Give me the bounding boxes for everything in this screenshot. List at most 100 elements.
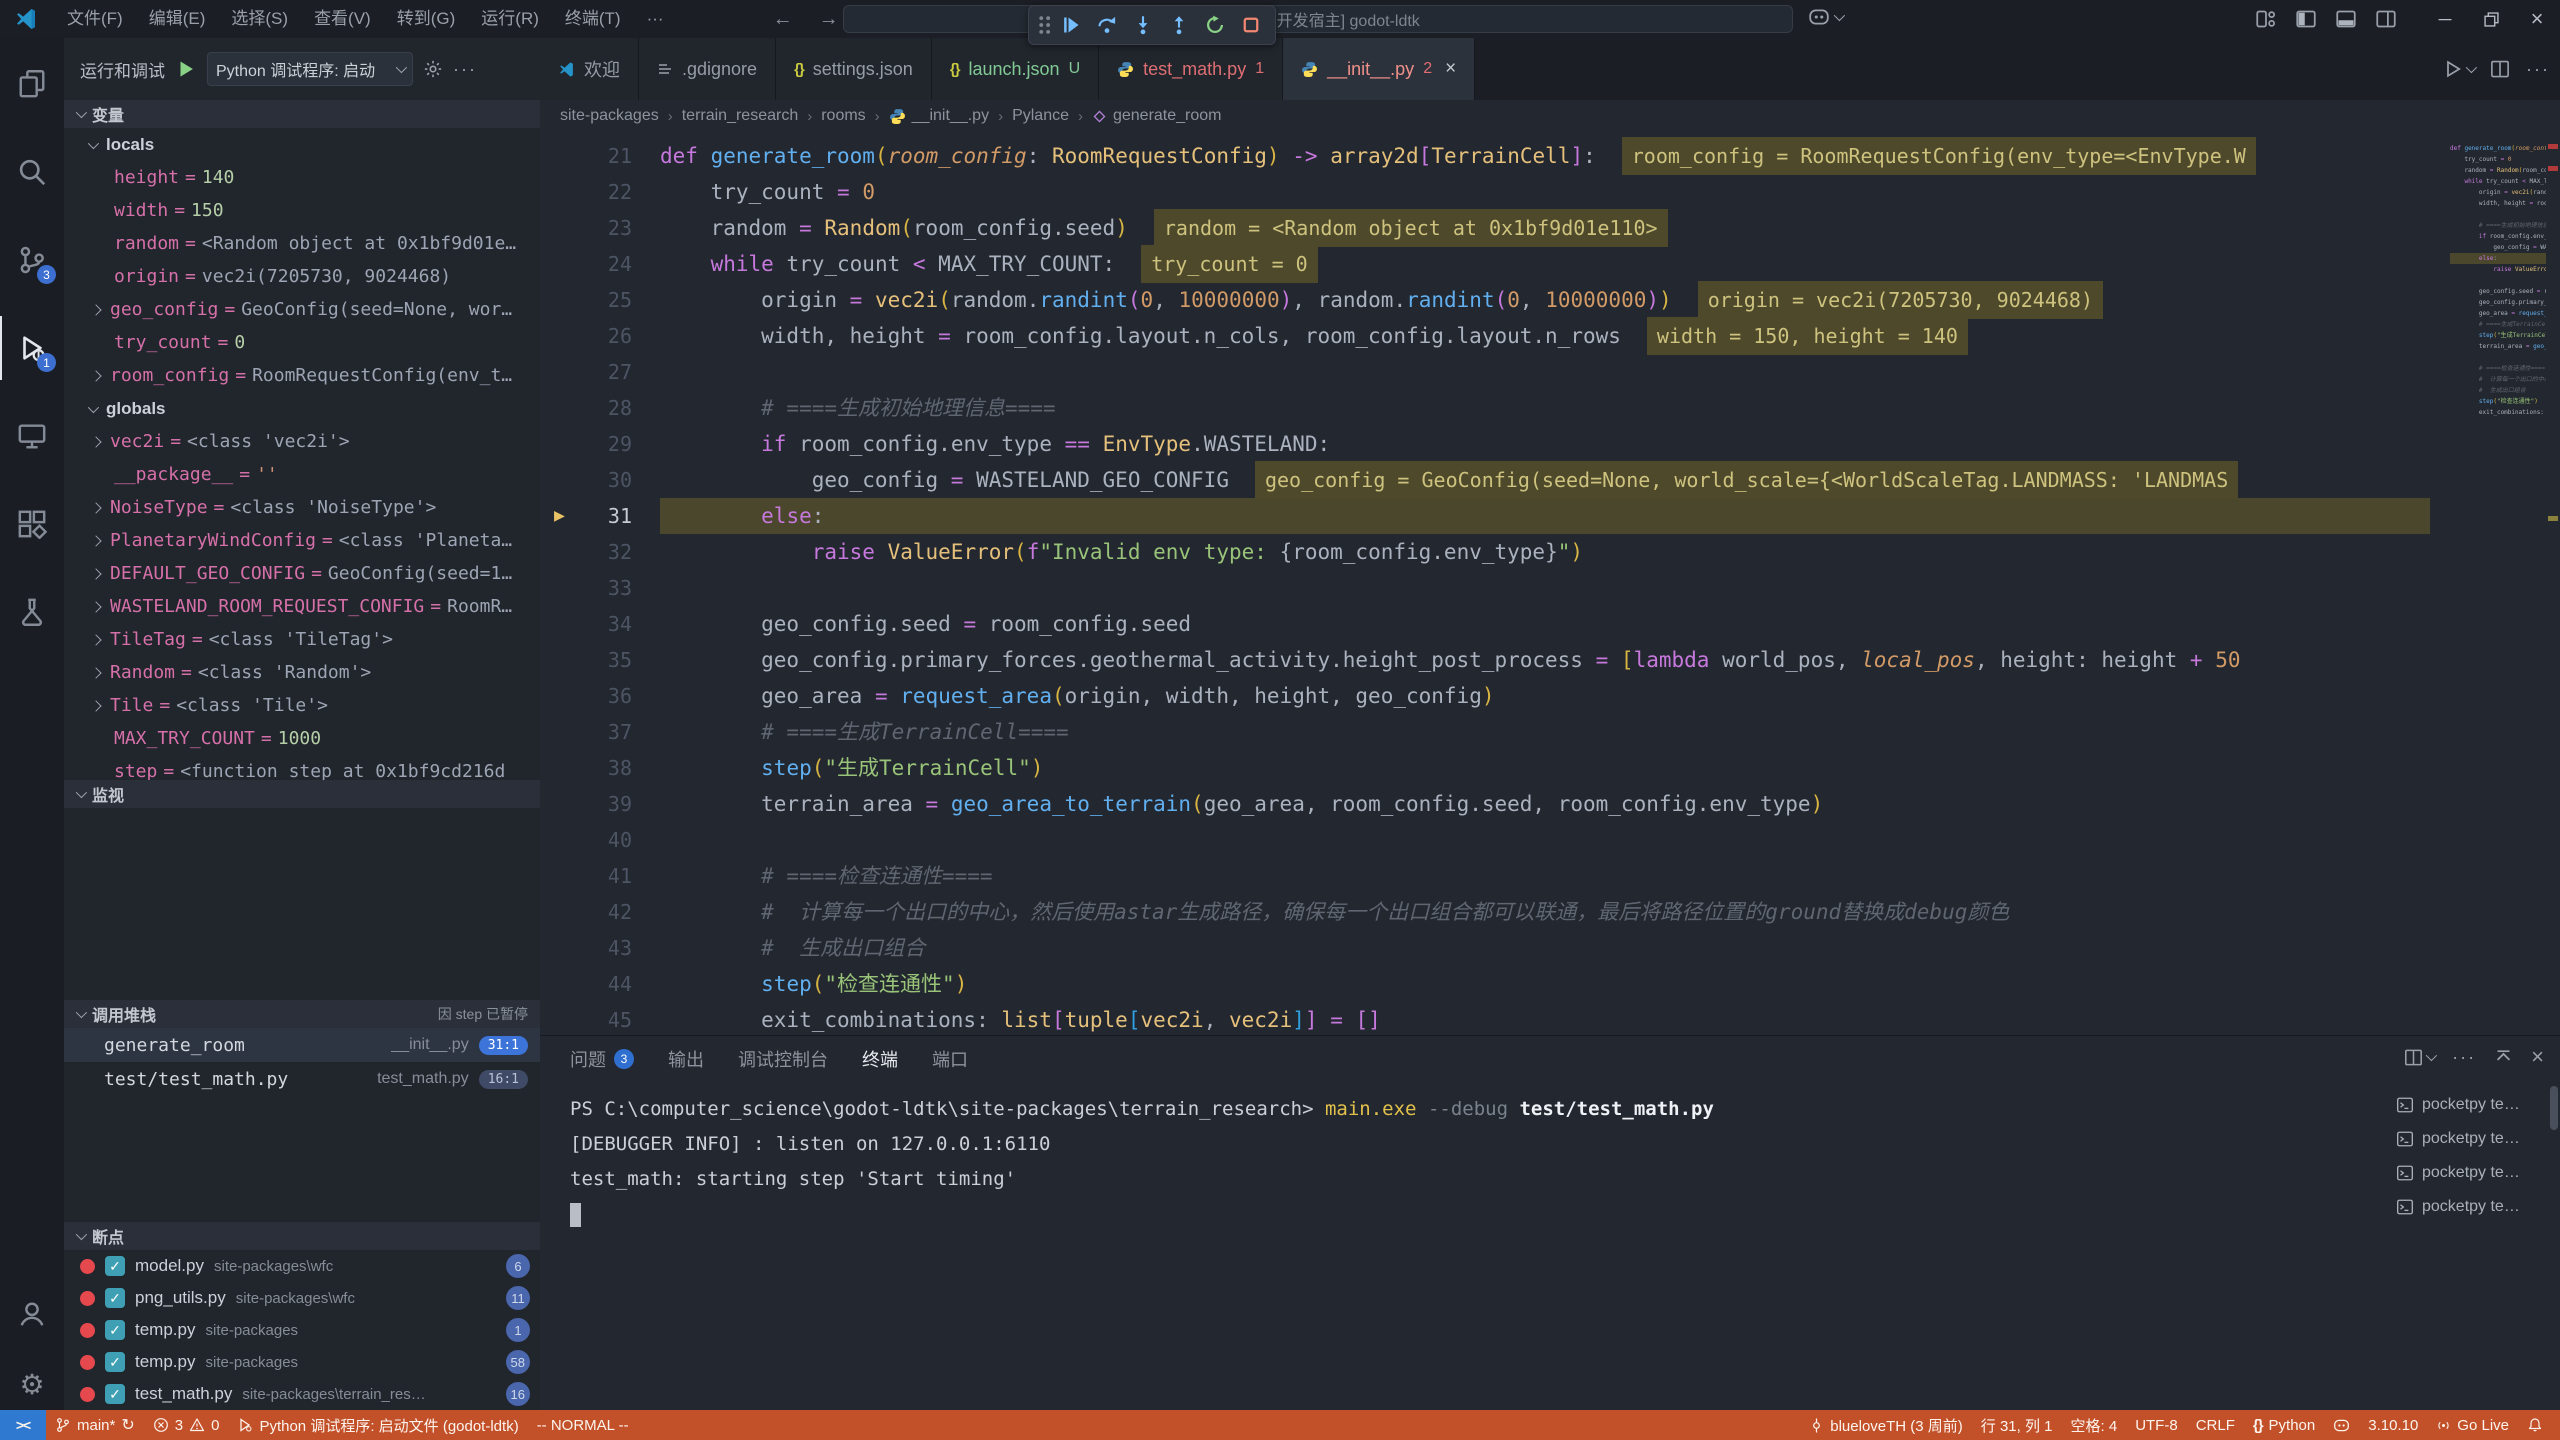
command-center-search[interactable]: [扩展开发宿主] godot-ldtk: [843, 5, 1793, 33]
menu-item-4[interactable]: 转到(G): [384, 0, 469, 38]
tab-test_math-py[interactable]: test_math.py1: [1099, 38, 1283, 100]
code-line-34[interactable]: 34 geo_config.seed = room_config.seed: [540, 606, 2430, 642]
indentation-item[interactable]: 空格: 4: [2062, 1410, 2127, 1440]
breakpoint-checkbox[interactable]: ✓: [105, 1384, 125, 1404]
breadcrumb-item-terrain_research[interactable]: terrain_research: [682, 107, 799, 125]
toggle-secondary-sidebar-icon[interactable]: [2376, 9, 2396, 29]
menu-item-1[interactable]: 编辑(E): [136, 0, 219, 38]
go-live-item[interactable]: Go Live: [2427, 1410, 2518, 1440]
menu-item-5[interactable]: 运行(R): [468, 0, 552, 38]
sidebar-item-search[interactable]: [0, 140, 64, 204]
code-line-36[interactable]: 36 geo_area = request_area(origin, width…: [540, 678, 2430, 714]
debug-config-select[interactable]: Python 调试程序: 启动: [207, 52, 413, 86]
code-line-43[interactable]: 43 # 生成出口组合: [540, 930, 2430, 966]
variable-row-__package__[interactable]: __package__='': [64, 458, 540, 491]
variable-row-TileTag[interactable]: TileTag=<class 'TileTag'>: [64, 623, 540, 656]
breakpoint-checkbox[interactable]: ✓: [105, 1320, 125, 1340]
tab--[interactable]: 欢迎: [540, 38, 639, 100]
code-line-40[interactable]: 40: [540, 822, 2430, 858]
customize-layout-icon[interactable]: [2256, 9, 2276, 29]
code-line-21[interactable]: 21def generate_room(room_config: RoomReq…: [540, 138, 2430, 174]
variable-row-Random[interactable]: Random=<class 'Random'>: [64, 656, 540, 689]
code-editor[interactable]: 20 21def generate_room(room_config: RoomR…: [540, 132, 2560, 1035]
code-line-23[interactable]: 23 random = Random(room_config.seed)rand…: [540, 210, 2430, 246]
debug-restart-button[interactable]: [1199, 9, 1231, 41]
sidebar-item-testing[interactable]: [0, 580, 64, 644]
terminal-instance-1[interactable]: pocketpy te…: [2396, 1122, 2554, 1156]
overview-ruler[interactable]: [2546, 132, 2560, 1035]
code-line-42[interactable]: 42 # 计算每一个出口的中心，然后使用astar生成路径，确保每一个出口组合都…: [2450, 374, 2546, 385]
code-line-42[interactable]: 42 # 计算每一个出口的中心，然后使用astar生成路径，确保每一个出口组合都…: [540, 894, 2430, 930]
variable-row-NoiseType[interactable]: NoiseType=<class 'NoiseType'>: [64, 491, 540, 524]
call-stack-section-header[interactable]: 调用堆栈 因 step 已暂停: [64, 1000, 540, 1028]
tab-settings-json[interactable]: {}settings.json: [776, 38, 932, 100]
debug-stop-button[interactable]: [1235, 9, 1267, 41]
split-editor-icon[interactable]: [2490, 59, 2510, 79]
panel-tab-问题[interactable]: 问题3: [570, 1046, 634, 1072]
close-tab-icon[interactable]: ×: [1445, 58, 1456, 80]
variable-group-locals[interactable]: locals: [64, 128, 540, 161]
code-line-33[interactable]: 33: [2450, 275, 2546, 286]
eol-item[interactable]: CRLF: [2187, 1410, 2244, 1440]
variable-row-PlanetaryWindConfig[interactable]: PlanetaryWindConfig=<class 'Planeta…: [64, 524, 540, 557]
code-line-24[interactable]: 24 while try_count < MAX_TRY_COUNT:try_c…: [540, 246, 2430, 282]
code-line-29[interactable]: 29 if room_config.env_type == EnvType.WA…: [540, 426, 2430, 462]
code-line-23[interactable]: 23 random = Random(room_config.seed)rand…: [2450, 165, 2546, 176]
sidebar-item-accounts[interactable]: [0, 1282, 64, 1346]
restore-button[interactable]: [2468, 0, 2514, 38]
terminal-instance-0[interactable]: pocketpy te…: [2396, 1088, 2554, 1122]
nav-forward-button[interactable]: →: [819, 8, 839, 31]
minimap[interactable]: 2021def generate_room(room_config: RoomR…: [2450, 132, 2546, 1035]
panel-tab-终端[interactable]: 终端: [862, 1046, 898, 1072]
sidebar-item-source-control[interactable]: 3: [0, 228, 64, 292]
code-line-28[interactable]: 28 # ====生成初始地理信息====: [540, 390, 2430, 426]
start-debug-button[interactable]: [175, 58, 197, 80]
code-line-39[interactable]: 39 terrain_area = geo_area_to_terrain(ge…: [2450, 341, 2546, 352]
sidebar-item-run-debug[interactable]: 1: [0, 316, 64, 380]
language-mode-item[interactable]: {} Python: [2244, 1410, 2324, 1440]
code-line-36[interactable]: 36 geo_area = request_area(origin, width…: [2450, 308, 2546, 319]
code-line-40[interactable]: 40: [2450, 352, 2546, 363]
code-line-38[interactable]: 38 step("生成TerrainCell"): [540, 750, 2430, 786]
nav-back-button[interactable]: ←: [773, 8, 793, 31]
code-line-22[interactable]: 22 try_count = 0: [2450, 154, 2546, 165]
code-line-26[interactable]: 26 width, height = room_config.layout.n_…: [2450, 198, 2546, 209]
copilot-status-item[interactable]: [2324, 1410, 2359, 1440]
breakpoint-row-1[interactable]: ✓png_utils.pysite-packages\wfc11: [64, 1282, 540, 1314]
cursor-position-item[interactable]: 行 31, 列 1: [1972, 1410, 2062, 1440]
tab--gdignore[interactable]: .gdignore: [639, 38, 776, 100]
debug-settings-gear-icon[interactable]: [423, 59, 443, 79]
toggle-sidebar-icon[interactable]: [2296, 9, 2316, 29]
code-line-35[interactable]: 35 geo_config.primary_forces.geothermal_…: [540, 642, 2430, 678]
code-line-35[interactable]: 35 geo_config.primary_forces.geothermal_…: [2450, 297, 2546, 308]
variable-row-WASTELAND_ROOM_REQUEST_CONFIG[interactable]: WASTELAND_ROOM_REQUEST_CONFIG=RoomR…: [64, 590, 540, 623]
variable-row-geo_config[interactable]: geo_config=GeoConfig(seed=None, wor…: [64, 293, 540, 326]
code-line-41[interactable]: 41 # ====检查连通性====: [540, 858, 2430, 894]
sidebar-item-remote-explorer[interactable]: [0, 404, 64, 468]
close-window-button[interactable]: ×: [2514, 0, 2560, 38]
variable-row-origin[interactable]: origin=vec2i(7205730, 9024468): [64, 260, 540, 293]
code-line-20[interactable]: 20: [2450, 132, 2546, 143]
drag-grip-icon[interactable]: [1037, 14, 1051, 36]
breadcrumb-item-rooms[interactable]: rooms: [821, 107, 865, 125]
menu-item-3[interactable]: 查看(V): [301, 0, 384, 38]
breakpoint-checkbox[interactable]: ✓: [105, 1352, 125, 1372]
breadcrumb-item-site-packages[interactable]: site-packages: [560, 107, 659, 125]
maximize-panel-icon[interactable]: [2494, 1048, 2513, 1067]
breakpoint-row-3[interactable]: ✓temp.pysite-packages58: [64, 1346, 540, 1378]
code-line-27[interactable]: 27: [540, 354, 2430, 390]
code-line-25[interactable]: 25 origin = vec2i(random.randint(0, 1000…: [540, 282, 2430, 318]
code-line-37[interactable]: 37 # ====生成TerrainCell====: [2450, 319, 2546, 330]
breakpoints-section-header[interactable]: 断点: [64, 1222, 540, 1250]
variable-row-Tile[interactable]: Tile=<class 'Tile'>: [64, 689, 540, 722]
breadcrumb-item-__init__-py[interactable]: __init__.py: [889, 107, 989, 125]
variable-row-MAX_TRY_COUNT[interactable]: MAX_TRY_COUNT=1000: [64, 722, 540, 755]
breadcrumb-item-Pylance[interactable]: Pylance: [1012, 107, 1069, 125]
variable-row-width[interactable]: width=150: [64, 194, 540, 227]
code-line-30[interactable]: 30 geo_config = WASTELAND_GEO_CONFIGgeo_…: [540, 462, 2430, 498]
code-line-38[interactable]: 38 step("生成TerrainCell"): [2450, 330, 2546, 341]
variable-row-vec2i[interactable]: vec2i=<class 'vec2i'>: [64, 425, 540, 458]
code-line-27[interactable]: 27: [2450, 209, 2546, 220]
debug-step-over-button[interactable]: [1091, 9, 1123, 41]
python-version-item[interactable]: 3.10.10: [2359, 1410, 2427, 1440]
